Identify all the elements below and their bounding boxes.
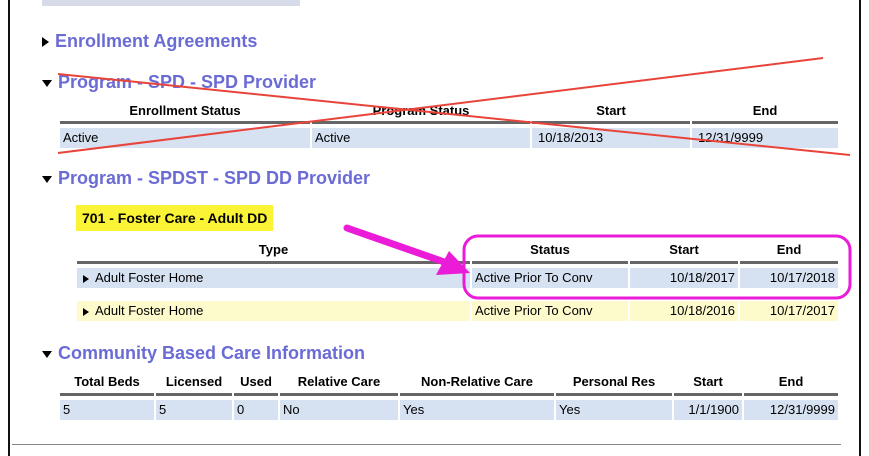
header-rule xyxy=(556,393,672,396)
cell-enrollment-status: Active xyxy=(60,128,310,148)
section-title: Program - SPD - SPD Provider xyxy=(58,72,317,92)
cell-total-beds: 5 xyxy=(60,400,154,420)
cell-status: Active Prior To Conv xyxy=(472,268,628,288)
header-rule xyxy=(674,393,742,396)
col-header: Used xyxy=(240,374,272,389)
col-header: Non-Relative Care xyxy=(421,374,533,389)
col-header: End xyxy=(752,103,778,118)
cell-program-status: Active xyxy=(312,128,530,148)
cell-end: 10/17/2018 xyxy=(740,268,838,288)
header-rule xyxy=(60,393,154,396)
header-rule xyxy=(234,393,278,396)
collapse-arrow-icon xyxy=(42,79,52,87)
section-program-spdst[interactable]: Program - SPDST - SPD DD Provider xyxy=(42,168,370,189)
col-header: End xyxy=(778,374,804,389)
col-header: Start xyxy=(669,242,699,257)
col-header: Total Beds xyxy=(74,374,140,389)
row-expand-type[interactable]: Adult Foster Home xyxy=(77,268,470,288)
col-header: Licensed xyxy=(165,374,223,389)
cell-start: 10/18/2016 xyxy=(630,301,738,321)
cell-end: 10/17/2017 xyxy=(740,301,838,321)
expand-row-icon xyxy=(83,274,89,283)
section-community-care[interactable]: Community Based Care Information xyxy=(42,343,365,364)
cell-type: Adult Foster Home xyxy=(95,270,204,285)
section-program-spd[interactable]: Program - SPD - SPD Provider xyxy=(42,72,316,93)
header-rule xyxy=(532,121,690,124)
section-title: Program - SPDST - SPD DD Provider xyxy=(58,168,371,188)
header-rule xyxy=(156,393,232,396)
header-rule xyxy=(472,261,628,264)
cell-start: 10/18/2017 xyxy=(630,268,738,288)
cell-start: 10/18/2013 xyxy=(532,128,690,148)
row-expand-type[interactable]: Adult Foster Home xyxy=(77,301,470,321)
service-badge: 701 - Foster Care - Adult DD xyxy=(76,205,274,231)
header-rule xyxy=(630,261,738,264)
collapse-arrow-icon xyxy=(42,350,52,358)
cell-end: 12/31/9999 xyxy=(744,400,838,420)
section-enrollment-agreements[interactable]: Enrollment Agreements xyxy=(42,31,257,52)
cell-licensed: 5 xyxy=(156,400,232,420)
expand-row-icon xyxy=(83,307,89,316)
header-rule xyxy=(60,121,310,124)
expand-arrow-icon xyxy=(42,37,49,48)
col-header: Relative Care xyxy=(297,374,381,389)
cell-status: Active Prior To Conv xyxy=(472,301,628,321)
col-header: Type xyxy=(258,242,289,257)
col-header: Personal Res xyxy=(572,374,656,389)
col-header: Start xyxy=(596,103,626,118)
col-header: End xyxy=(776,242,802,257)
collapse-arrow-icon xyxy=(42,175,52,183)
header-rule xyxy=(692,121,838,124)
cell-used: 0 xyxy=(234,400,278,420)
divider xyxy=(12,444,841,445)
header-rule xyxy=(740,261,838,264)
header-rule xyxy=(312,121,530,124)
cell-personal-res: Yes xyxy=(556,400,672,420)
col-header: Start xyxy=(693,374,723,389)
header-rule xyxy=(280,393,398,396)
header-rule xyxy=(77,261,470,264)
header-rule xyxy=(400,393,554,396)
col-header: Program Status xyxy=(372,103,470,118)
cell-relative-care: No xyxy=(280,400,398,420)
cell-non-relative-care: Yes xyxy=(400,400,554,420)
col-header: Status xyxy=(530,242,570,257)
cell-end: 12/31/9999 xyxy=(692,128,838,148)
top-tab-bar xyxy=(42,0,300,6)
section-title: Enrollment Agreements xyxy=(55,31,258,51)
col-header: Enrollment Status xyxy=(129,103,241,118)
cell-type: Adult Foster Home xyxy=(95,303,204,318)
header-rule xyxy=(744,393,838,396)
cell-start: 1/1/1900 xyxy=(674,400,742,420)
section-title: Community Based Care Information xyxy=(58,343,366,363)
